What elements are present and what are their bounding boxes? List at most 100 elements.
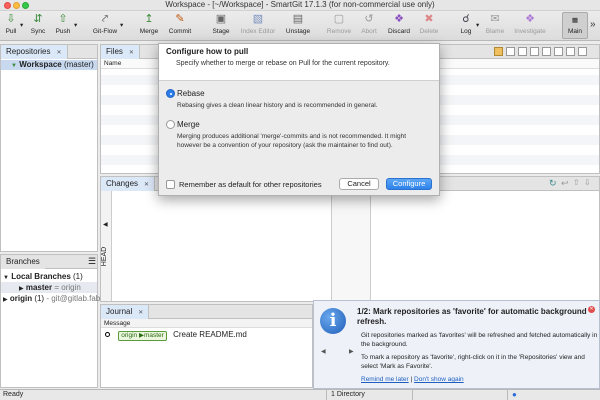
undo-icon[interactable]: ↩ (561, 178, 569, 189)
configure-button[interactable]: Configure (386, 178, 432, 190)
up-arrow-icon[interactable]: ⇧ (573, 178, 580, 187)
chat-icon[interactable]: ● (512, 390, 517, 399)
ref-origin-label: origin (121, 332, 138, 339)
merge-label[interactable]: Merge (177, 120, 200, 129)
down-arrow-icon[interactable]: ⇩ (584, 178, 591, 187)
gitflow-icon: ⤤ (101, 13, 109, 25)
file-filter-icon[interactable] (578, 47, 587, 56)
delete-label: Delete (419, 28, 439, 35)
expand-icon[interactable]: ▼ (11, 63, 17, 69)
window-minimize-button[interactable] (13, 2, 20, 9)
pull-dropdown-icon[interactable]: ▾ (20, 21, 23, 29)
merge-button[interactable]: ↥ Merge (138, 12, 160, 35)
delete-icon: ✖ (424, 13, 434, 25)
next-icon[interactable]: ▶ (349, 348, 354, 355)
remove-button[interactable]: ▢ Remove (326, 12, 352, 35)
window-close-button[interactable] (4, 2, 11, 9)
push-icon: ⇧ (58, 13, 68, 25)
expand-icon[interactable]: ▼ (3, 275, 9, 281)
remember-default-checkbox[interactable] (166, 180, 175, 189)
branch-master-label: master (25, 283, 53, 292)
collapse-icon[interactable]: ▶ (3, 297, 8, 303)
gitflow-dropdown-icon[interactable]: ▾ (120, 21, 123, 29)
window-maximize-button[interactable] (22, 2, 29, 9)
file-filter-icon[interactable] (566, 47, 575, 56)
tab-changes[interactable]: Changes ✕ (101, 177, 156, 191)
pull-label: Pull (5, 28, 17, 35)
notification-title: 1/2: Mark repositories as 'favorite' for… (357, 307, 587, 326)
journal-column-header[interactable]: Message (101, 319, 312, 328)
push-button[interactable]: ⇧ Push (54, 12, 72, 35)
close-icon[interactable]: ✕ (138, 310, 143, 316)
stage-button[interactable]: ▣ Stage (210, 12, 232, 35)
close-icon[interactable]: ✕ (144, 182, 149, 188)
menu-icon[interactable]: ☰ (88, 256, 96, 267)
file-filter-icon[interactable] (518, 47, 527, 56)
file-filter-icon[interactable] (506, 47, 515, 56)
delete-button[interactable]: ✖ Delete (418, 12, 440, 35)
close-icon[interactable]: ✕ (56, 50, 61, 56)
repository-branch: (master) (63, 60, 94, 69)
merge-icon: ↥ (144, 13, 154, 25)
index-editor-button[interactable]: ▧ Index Editor (239, 12, 277, 35)
rebase-description: Rebasing gives a clean linear history an… (177, 102, 378, 109)
branch-master[interactable]: ▶ master = origin (1, 282, 97, 293)
file-filter-icon[interactable] (542, 47, 551, 56)
tab-branches[interactable]: Branches (1, 255, 45, 269)
ref-tag-origin-master: origin ▶master (118, 331, 167, 341)
commit-button[interactable]: ✎ Commit (167, 12, 193, 35)
unstage-icon: ▤ (292, 13, 304, 25)
main-toolbar: ⇩ Pull ▾ ⇵ Sync ⇧ Push ▾ ⤤ Git-Flow ▾ ↥ … (0, 11, 600, 41)
local-branches-label: Local Branches (11, 272, 71, 281)
stage-icon: ▣ (215, 13, 227, 25)
tab-files-label: Files (106, 47, 123, 56)
unstage-button[interactable]: ▤ Unstage (284, 12, 312, 35)
previous-icon[interactable]: ◀ (321, 348, 326, 355)
main-icon: ▦ (571, 17, 579, 24)
log-dropdown-icon[interactable]: ▾ (476, 21, 479, 29)
cancel-button[interactable]: Cancel (339, 178, 379, 190)
discard-icon: ❖ (394, 13, 404, 25)
remember-default-label[interactable]: Remember as default for other repositori… (179, 180, 322, 189)
remote-origin-node[interactable]: ▶ origin (1) - git@gitlab.fab (3, 293, 100, 304)
remind-later-link[interactable]: Remind me later (361, 376, 409, 383)
journal-tabbar: Journal ✕ (101, 305, 312, 319)
investigate-button[interactable]: ❖ Investigate (512, 12, 548, 35)
repository-row-workspace[interactable]: ▼ Workspace (master) (1, 60, 97, 70)
close-icon[interactable]: ✕ (129, 50, 134, 56)
push-dropdown-icon[interactable]: ▾ (74, 21, 77, 29)
local-branches-node[interactable]: ▼ Local Branches (1) (3, 271, 83, 282)
discard-label: Discard (387, 28, 411, 35)
merge-radio[interactable] (166, 120, 175, 129)
pull-button[interactable]: ⇩ Pull (3, 12, 19, 35)
journal-commit-row[interactable]: origin ▶master Create README.md (101, 329, 312, 341)
tab-repositories-label: Repositories (6, 47, 51, 56)
index-editor-icon: ▧ (252, 13, 264, 25)
log-button[interactable]: ☌ Log (456, 12, 476, 35)
file-filter-icon[interactable] (530, 47, 539, 56)
rebase-radio[interactable] (166, 89, 175, 98)
gitflow-button[interactable]: ⤤ Git-Flow (91, 12, 119, 35)
close-icon[interactable]: ✕ (588, 306, 595, 313)
tab-journal[interactable]: Journal ✕ (101, 305, 150, 319)
discard-button[interactable]: ❖ Discard (386, 12, 412, 35)
rebase-label[interactable]: Rebase (177, 89, 205, 98)
abort-button[interactable]: ↺ Abort (358, 12, 380, 35)
head-gutter: ◀ HEAD (101, 191, 112, 301)
toolbar-overflow-icon[interactable]: » (590, 19, 596, 30)
dont-show-again-link[interactable]: Don't show again (414, 376, 464, 383)
head-label: HEAD (101, 246, 109, 267)
ref-master-label: master (143, 332, 164, 339)
sync-button[interactable]: ⇵ Sync (29, 12, 47, 35)
sync-icon: ⇵ (33, 13, 43, 25)
refresh-icon[interactable]: ↻ (549, 178, 557, 189)
tab-repositories[interactable]: Repositories ✕ (1, 45, 68, 59)
sync-label: Sync (30, 28, 46, 35)
main-perspective-button[interactable]: ▦ Main (562, 12, 588, 39)
blame-button[interactable]: ✉ Blame (484, 12, 506, 35)
folder-icon[interactable] (494, 47, 503, 56)
file-filter-icon[interactable] (554, 47, 563, 56)
link-separator: | (410, 376, 413, 383)
window-title: Workspace - [~/Workspace] - SmartGit 17.… (165, 0, 435, 9)
tab-files[interactable]: Files ✕ (101, 45, 140, 59)
